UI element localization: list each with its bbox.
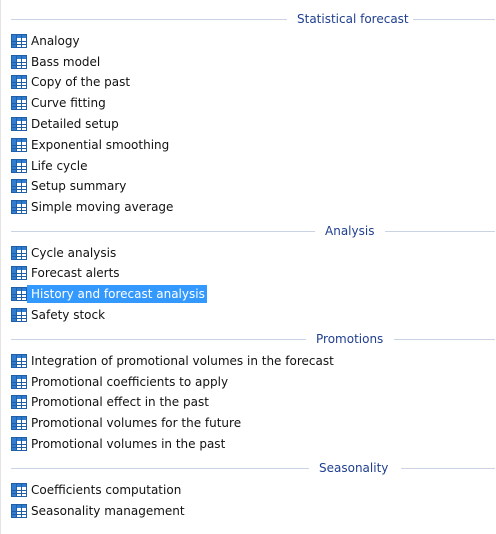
list-item-history-and-forecast-analysis[interactable]: History and forecast analysis <box>11 285 207 303</box>
list-item-curve-fitting[interactable]: Curve fitting <box>11 94 108 112</box>
list-item-forecast-alerts[interactable]: Forecast alerts <box>11 264 122 282</box>
list-item-label: Setup summary <box>31 179 127 193</box>
list-item-setup-summary[interactable]: Setup summary <box>11 177 128 195</box>
section-header-analysis: Analysis <box>11 223 495 239</box>
list-item-label: Copy of the past <box>31 75 131 89</box>
table-icon <box>11 55 27 69</box>
header-line-right <box>413 19 495 20</box>
table-icon <box>11 34 27 48</box>
list-item-label: Integration of promotional volumes in th… <box>31 354 334 368</box>
table-icon <box>11 354 27 368</box>
table-icon <box>11 416 27 430</box>
table-icon <box>11 96 27 110</box>
table-icon <box>11 395 27 409</box>
list-item-label: Seasonality management <box>31 504 185 518</box>
list-item-integration-of-promotional-volumes[interactable]: Integration of promotional volumes in th… <box>11 352 336 370</box>
list-item-label: Simple moving average <box>31 200 174 214</box>
header-line-right <box>394 339 495 340</box>
section-title: Statistical forecast <box>297 12 409 26</box>
list-item-promotional-coefficients-to-apply[interactable]: Promotional coefficients to apply <box>11 373 230 391</box>
list-item-label: Life cycle <box>31 159 88 173</box>
header-line-right <box>385 231 495 232</box>
list-item-life-cycle[interactable]: Life cycle <box>11 157 89 175</box>
list-item-label: Coefficients computation <box>31 483 182 497</box>
list-item-label: Forecast alerts <box>31 266 120 280</box>
table-icon <box>11 200 27 214</box>
list-item-label: Safety stock <box>31 308 106 322</box>
table-icon <box>11 266 27 280</box>
table-icon <box>11 504 27 518</box>
table-icon <box>11 75 27 89</box>
list-item-exponential-smoothing[interactable]: Exponential smoothing <box>11 136 171 154</box>
section-header-statistical-forecast: Statistical forecast <box>11 11 495 27</box>
list-item-label: Promotional effect in the past <box>31 395 209 409</box>
section-header-seasonality: Seasonality <box>11 460 495 476</box>
table-icon <box>11 287 27 301</box>
list-item-copy-of-the-past[interactable]: Copy of the past <box>11 73 132 91</box>
section-title: Promotions <box>316 332 384 346</box>
list-item-analogy[interactable]: Analogy <box>11 32 82 50</box>
list-item-label: Analogy <box>31 34 80 48</box>
list-item-label: Promotional coefficients to apply <box>31 375 229 389</box>
section-title: Seasonality <box>319 461 389 475</box>
table-icon <box>11 437 27 451</box>
header-line-left <box>11 231 315 232</box>
list-item-label: Promotional volumes in the past <box>31 437 226 451</box>
header-line-right <box>401 468 495 469</box>
table-icon <box>11 308 27 322</box>
list-item-label: Detailed setup <box>31 117 119 131</box>
report-list-panel: Statistical forecast Analogy Bass model … <box>0 0 496 534</box>
table-icon <box>11 246 27 260</box>
list-item-label: Bass model <box>31 55 101 69</box>
table-icon <box>11 179 27 193</box>
list-item-promotional-volumes-for-the-future[interactable]: Promotional volumes for the future <box>11 414 243 432</box>
header-line-left <box>11 19 287 20</box>
list-item-bass-model[interactable]: Bass model <box>11 53 102 71</box>
header-line-left <box>11 468 309 469</box>
section-header-promotions: Promotions <box>11 331 495 347</box>
list-item-safety-stock[interactable]: Safety stock <box>11 306 107 324</box>
list-item-coefficients-computation[interactable]: Coefficients computation <box>11 481 183 499</box>
section-title: Analysis <box>325 224 375 238</box>
list-item-label: History and forecast analysis <box>27 285 207 303</box>
list-item-label: Curve fitting <box>31 96 106 110</box>
list-item-cycle-analysis[interactable]: Cycle analysis <box>11 244 118 262</box>
list-item-seasonality-management[interactable]: Seasonality management <box>11 502 187 520</box>
list-item-simple-moving-average[interactable]: Simple moving average <box>11 198 175 216</box>
list-item-label: Exponential smoothing <box>31 138 170 152</box>
list-item-label: Promotional volumes for the future <box>31 416 242 430</box>
table-icon <box>11 483 27 497</box>
list-item-promotional-volumes-in-the-past[interactable]: Promotional volumes in the past <box>11 435 227 453</box>
list-item-detailed-setup[interactable]: Detailed setup <box>11 115 121 133</box>
table-icon <box>11 138 27 152</box>
table-icon <box>11 117 27 131</box>
table-icon <box>11 159 27 173</box>
list-item-promotional-effect-in-the-past[interactable]: Promotional effect in the past <box>11 393 211 411</box>
list-item-label: Cycle analysis <box>31 246 117 260</box>
header-line-left <box>11 339 306 340</box>
table-icon <box>11 375 27 389</box>
